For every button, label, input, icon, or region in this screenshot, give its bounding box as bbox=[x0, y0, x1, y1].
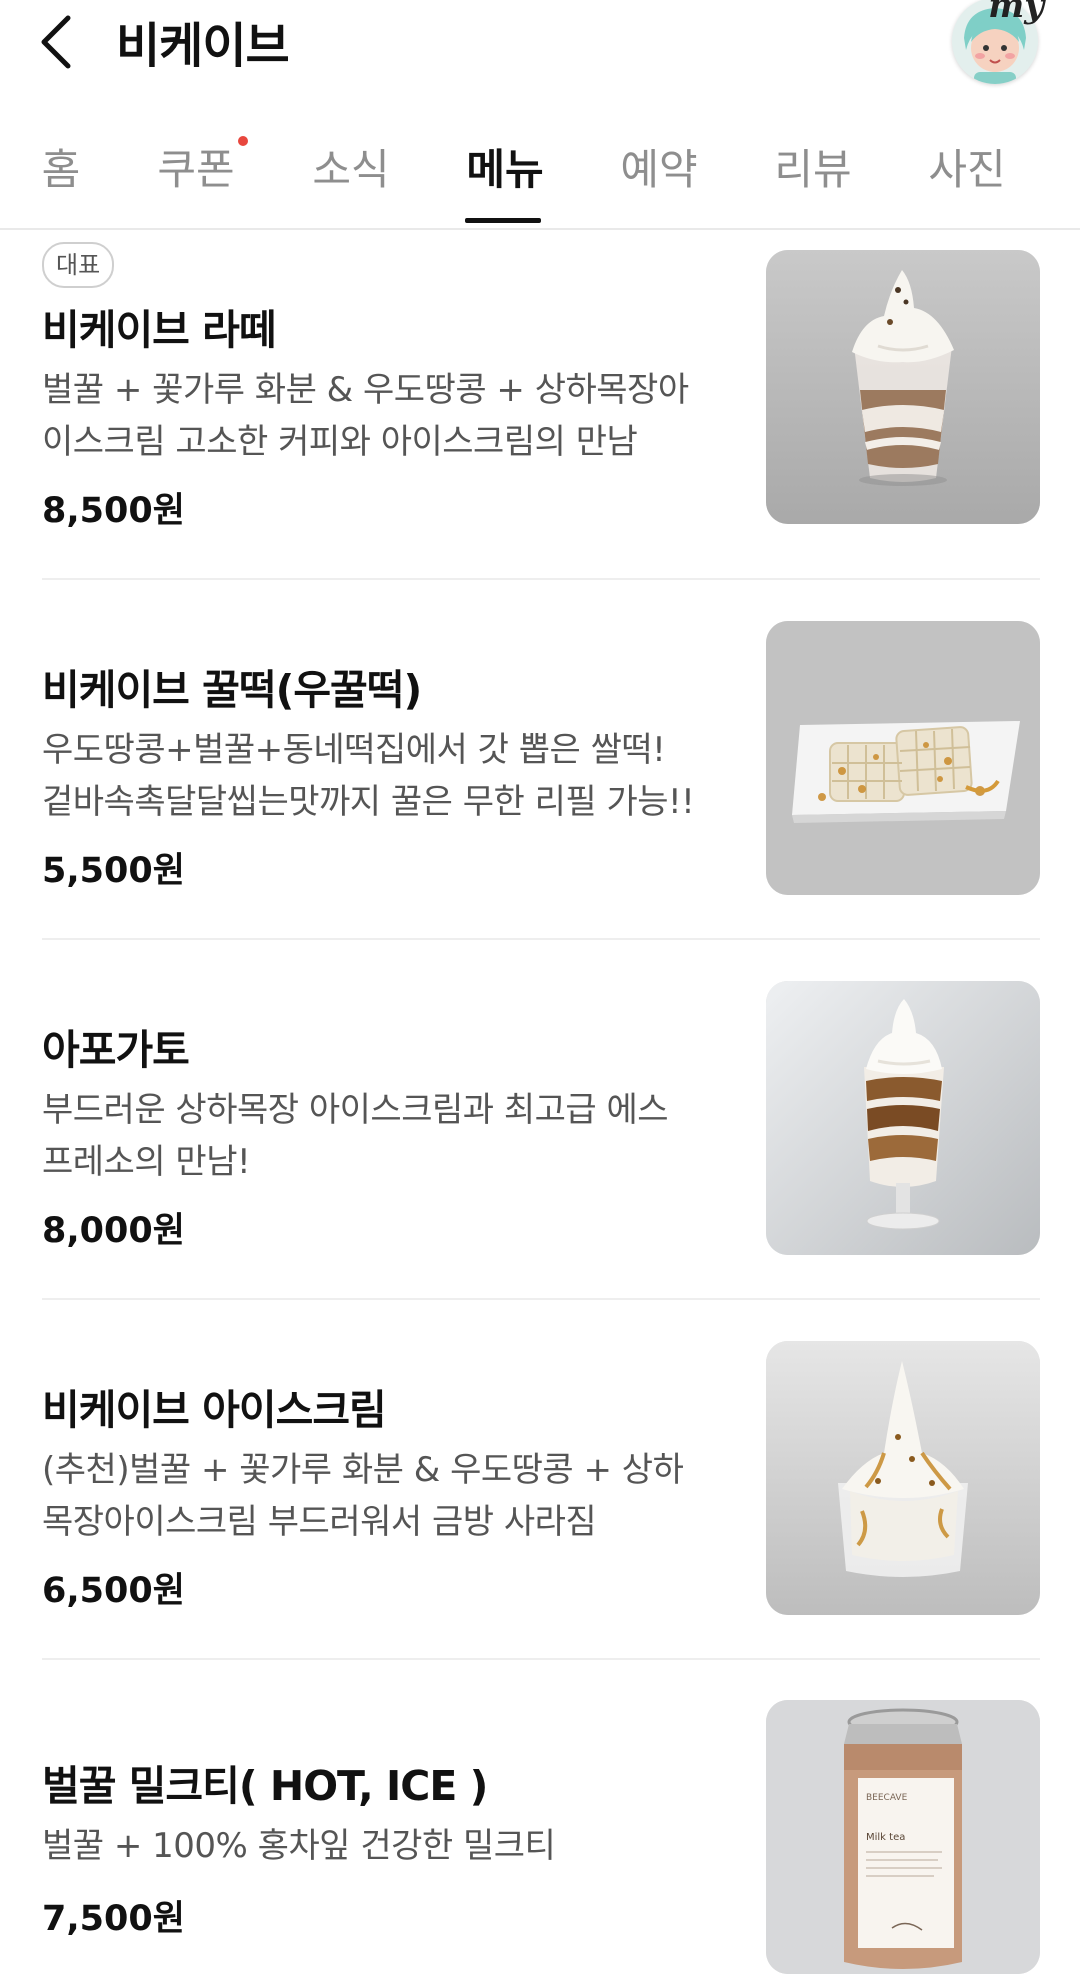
menu-item-description: 벌꿀 + 100% 홍차잎 건강한 밀크티 bbox=[42, 1826, 556, 1866]
menu-item[interactable]: 아포가토 부드러운 상하목장 아이스크림과 최고급 에스 프레소의 만남! 8,… bbox=[42, 940, 1040, 1300]
tab-bar: 홈 쿠폰 소식 메뉴 예약 리뷰 사진 bbox=[0, 122, 1080, 228]
menu-item-description: 우도땅콩+벌꿀+동네떡집에서 갓 뽑은 쌀떡! 겉바속촉달달씹는맛까지 꿀은 무… bbox=[42, 730, 695, 822]
menu-item[interactable]: 비케이브 꿀떡(우꿀떡) 우도땅콩+벌꿀+동네떡집에서 갓 뽑은 쌀떡! 겉바속… bbox=[42, 580, 1040, 940]
menu-item-description: (추천)벌꿀 + 꽃가루 화분 & 우도땅콩 + 상하 목장아이스크림 부드러워… bbox=[42, 1450, 684, 1542]
affogato-image bbox=[766, 981, 1040, 1255]
menu-item-photo bbox=[766, 1341, 1040, 1615]
page-title: 비케이브 bbox=[116, 18, 290, 74]
menu-item-name: 비케이브 아이스크림 bbox=[42, 1386, 387, 1434]
menu-item-price: 8,000원 bbox=[42, 1211, 185, 1251]
latte-ice-cream-image bbox=[766, 250, 1040, 524]
menu-item-photo bbox=[766, 981, 1040, 1255]
tab-coupon[interactable]: 쿠폰 bbox=[155, 136, 237, 197]
can-brand-label: BEECAVE bbox=[866, 1793, 908, 1803]
menu-item-description: 벌꿀 + 꽃가루 화분 & 우도땅콩 + 상하목장아 이스크림 고소한 커피와 … bbox=[42, 370, 689, 462]
active-tab-indicator bbox=[465, 218, 541, 223]
tab-photos[interactable]: 사진 bbox=[926, 136, 1008, 197]
app-header: 비케이브 my 홈 쿠폰 소식 메뉴 예약 리뷰 사진 bbox=[0, 0, 1080, 230]
tab-home[interactable]: 홈 bbox=[40, 136, 82, 197]
menu-item[interactable]: 벌꿀 밀크티( HOT, ICE ) 벌꿀 + 100% 홍차잎 건강한 밀크티… bbox=[42, 1660, 1040, 1983]
menu-item[interactable]: 비케이브 아이스크림 (추천)벌꿀 + 꽃가루 화분 & 우도땅콩 + 상하 목… bbox=[42, 1300, 1040, 1660]
back-button[interactable] bbox=[28, 8, 92, 72]
menu-item-description: 부드러운 상하목장 아이스크림과 최고급 에스 프레소의 만남! bbox=[42, 1090, 669, 1182]
tab-reviews[interactable]: 리뷰 bbox=[772, 136, 854, 197]
menu-item[interactable]: 대표 비케이브 라떼 벌꿀 + 꽃가루 화분 & 우도땅콩 + 상하목장아 이스… bbox=[42, 230, 1040, 570]
menu-item-price: 8,500원 bbox=[42, 491, 185, 531]
can-product-label: Milk tea bbox=[866, 1832, 905, 1843]
tab-reservation[interactable]: 예약 bbox=[618, 136, 700, 197]
milk-tea-can-image: BEECAVE Milk tea bbox=[766, 1700, 1040, 1974]
menu-item-photo bbox=[766, 250, 1040, 524]
notification-dot bbox=[238, 136, 248, 146]
menu-item-name: 비케이브 꿀떡(우꿀떡) bbox=[42, 666, 422, 714]
menu-item-price: 5,500원 bbox=[42, 851, 185, 891]
menu-item-name: 비케이브 라떼 bbox=[42, 306, 277, 354]
tab-news[interactable]: 소식 bbox=[310, 136, 392, 197]
tab-menu[interactable]: 메뉴 bbox=[464, 136, 546, 197]
menu-item-photo: BEECAVE Milk tea bbox=[766, 1700, 1040, 1974]
menu-item-price: 7,500원 bbox=[42, 1899, 185, 1939]
menu-item-name: 벌꿀 밀크티( HOT, ICE ) bbox=[42, 1762, 488, 1810]
signature-badge: 대표 bbox=[42, 242, 115, 288]
menu-item-price: 6,500원 bbox=[42, 1571, 185, 1611]
menu-item-photo bbox=[766, 621, 1040, 895]
menu-item-name: 아포가토 bbox=[42, 1026, 190, 1074]
chevron-left-icon bbox=[41, 15, 71, 69]
honey-rice-cake-image bbox=[766, 621, 1040, 895]
my-badge: my bbox=[988, 0, 1044, 26]
honey-ice-cream-image bbox=[766, 1341, 1040, 1615]
